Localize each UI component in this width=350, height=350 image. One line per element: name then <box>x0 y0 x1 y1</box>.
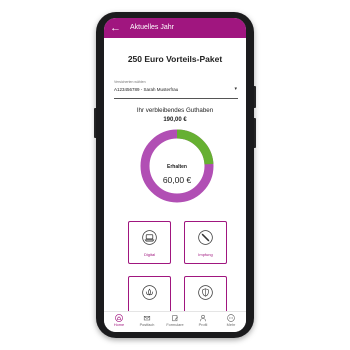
syringe-icon <box>198 230 213 245</box>
nav-label-profil: Profil <box>198 323 208 327</box>
chevron-down-icon: ▾ <box>234 86 237 92</box>
form-icon <box>172 315 179 322</box>
insured-select[interactable]: Versicherten wählen A123456789 - Sarah M… <box>114 80 238 99</box>
mailbox-icon <box>143 316 151 321</box>
nav-label-postfach: Postfach <box>139 323 155 327</box>
package-title: 250 Euro Vorteils-Paket <box>127 54 223 64</box>
tile-impfung[interactable]: Impfung <box>184 221 227 264</box>
remaining-balance-label: Ihr verbleibendes Guthaben <box>136 107 214 114</box>
nav-item-formulare[interactable]: Formulare <box>161 314 189 332</box>
nav-label-home: Home <box>113 323 125 327</box>
nav-label-formulare: Formulare <box>166 323 184 327</box>
back-arrow-icon[interactable]: ← <box>110 21 122 35</box>
nav-item-postfach[interactable]: Postfach <box>133 314 161 332</box>
nav-item-mehr[interactable]: Mehr <box>217 314 245 332</box>
laptop-icon <box>142 230 157 245</box>
donut-received-label: Erhalten <box>166 164 187 170</box>
home-icon <box>115 314 123 322</box>
shield-icon <box>198 285 213 300</box>
tile-label: Digital <box>143 252 156 257</box>
nav-label-mehr: Mehr <box>226 323 236 327</box>
profile-icon <box>200 314 206 322</box>
nav-item-home[interactable]: Home <box>105 314 133 332</box>
app-header: ← Aktuelles Jahr <box>104 18 246 38</box>
lotus-icon <box>142 285 157 300</box>
nav-item-profil[interactable]: Profil <box>189 314 217 332</box>
donut-received-value: 60,00 € <box>162 175 192 185</box>
header-title: Aktuelles Jahr <box>130 24 174 31</box>
insured-select-value: A123456789 - Sarah Musterfrau <box>114 87 179 92</box>
insured-select-label: Versicherten wählen <box>114 80 146 84</box>
tile-digital[interactable]: Digital <box>128 221 171 264</box>
remaining-balance-value: 190,00 € <box>163 117 187 123</box>
more-icon <box>227 314 235 322</box>
app-screen: ← Aktuelles Jahr 250 Euro Vorteils-Paket… <box>104 18 246 332</box>
tile-label: Impfung <box>198 252 213 257</box>
stage: ← Aktuelles Jahr 250 Euro Vorteils-Paket… <box>0 0 350 350</box>
bottom-navigation: Home Postfach Formulare Profil Mehr <box>104 311 246 332</box>
